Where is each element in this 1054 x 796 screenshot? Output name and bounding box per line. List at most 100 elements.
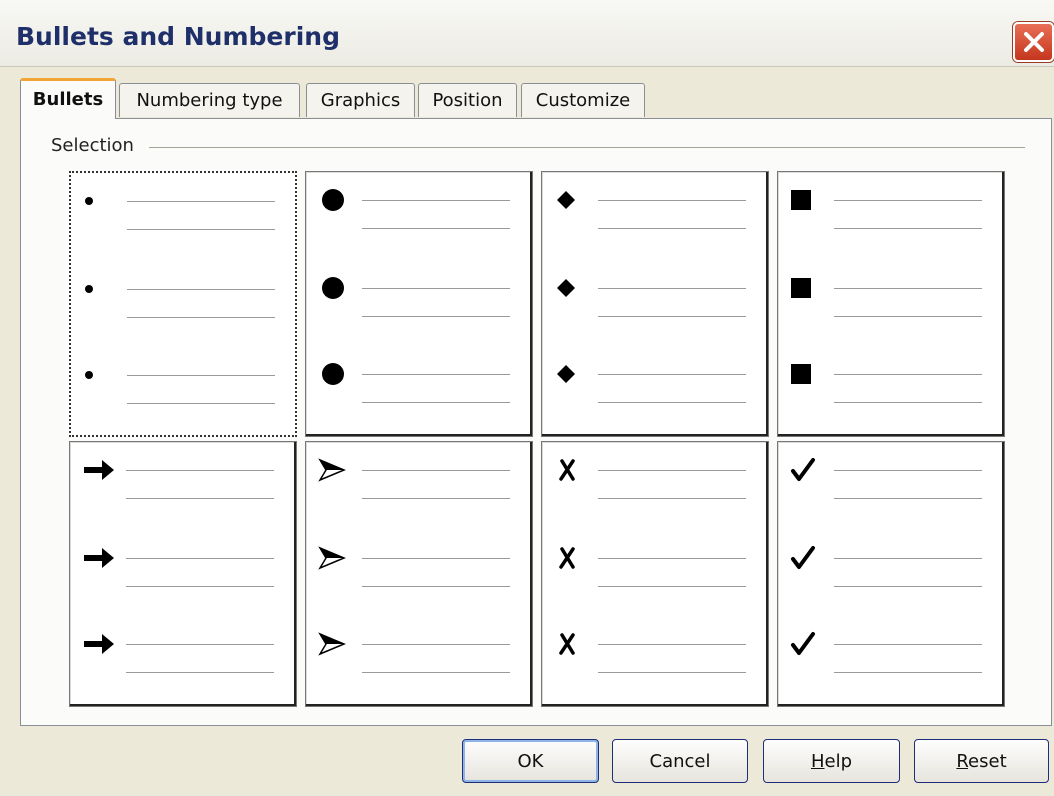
preview-line — [598, 288, 746, 289]
preview-line — [598, 402, 746, 403]
cancel-button[interactable]: Cancel — [612, 739, 748, 783]
bullet-style-diamond[interactable] — [541, 171, 769, 437]
close-x-icon — [1023, 32, 1044, 52]
reset-label: Reset — [956, 751, 1006, 772]
help-label-rest: elp — [824, 750, 853, 772]
preview-line — [598, 644, 746, 645]
dialog-title: Bullets and Numbering — [16, 22, 340, 51]
preview-line — [598, 200, 746, 201]
tab-numbering-type[interactable]: Numbering type — [119, 83, 300, 117]
preview-line — [598, 316, 746, 317]
preview-line — [834, 228, 982, 229]
preview-line — [362, 316, 510, 317]
preview-line — [834, 288, 982, 289]
preview-line — [362, 470, 510, 471]
small-dot-bullet-icon — [83, 361, 95, 389]
ok-label: OK — [517, 750, 544, 772]
cross-mark-bullet-icon — [556, 630, 578, 658]
bullet-style-small-dot[interactable] — [69, 171, 297, 437]
diamond-bullet-icon — [556, 274, 576, 302]
large-dot-bullet-icon — [320, 360, 346, 388]
preview-line — [362, 672, 510, 673]
tab-graphics[interactable]: Graphics — [306, 83, 415, 117]
preview-line — [598, 374, 746, 375]
arrowhead-bullet-icon — [318, 456, 346, 484]
preview-line — [598, 672, 746, 673]
preview-line — [834, 316, 982, 317]
bullet-style-arrow[interactable] — [69, 441, 297, 707]
diamond-bullet-icon — [556, 360, 576, 388]
preview-line — [834, 402, 982, 403]
preview-line — [362, 402, 510, 403]
small-dot-bullet-icon — [83, 187, 95, 215]
cross-mark-bullet-icon — [556, 544, 578, 572]
preview-line — [834, 374, 982, 375]
preview-line — [834, 586, 982, 587]
arrow-bullet-icon — [82, 544, 116, 572]
preview-line — [126, 644, 274, 645]
preview-line — [362, 498, 510, 499]
preview-line — [127, 201, 275, 202]
close-button[interactable] — [1013, 22, 1054, 62]
square-bullet-icon — [790, 274, 812, 302]
reset-mnemonic: R — [956, 750, 969, 772]
selection-separator — [149, 147, 1025, 148]
bullet-style-check[interactable] — [777, 441, 1005, 707]
check-mark-bullet-icon — [790, 456, 816, 484]
preview-line — [598, 586, 746, 587]
preview-line — [127, 317, 275, 318]
preview-line — [834, 672, 982, 673]
cross-mark-bullet-icon — [556, 456, 578, 484]
preview-line — [362, 558, 510, 559]
preview-line — [362, 374, 510, 375]
preview-line — [362, 586, 510, 587]
check-mark-bullet-icon — [790, 544, 816, 572]
large-dot-bullet-icon — [320, 186, 346, 214]
square-bullet-icon — [790, 360, 812, 388]
check-mark-bullet-icon — [790, 630, 816, 658]
preview-line — [598, 228, 746, 229]
preview-line — [362, 288, 510, 289]
preview-line — [834, 470, 982, 471]
preview-line — [598, 498, 746, 499]
small-dot-bullet-icon — [83, 275, 95, 303]
bullet-style-square[interactable] — [777, 171, 1005, 437]
help-mnemonic: H — [810, 750, 825, 772]
preview-line — [834, 558, 982, 559]
preview-line — [127, 289, 275, 290]
diamond-bullet-icon — [556, 186, 576, 214]
arrow-bullet-icon — [82, 630, 116, 658]
selection-label: Selection — [51, 135, 142, 156]
square-bullet-icon — [790, 186, 812, 214]
preview-line — [834, 644, 982, 645]
reset-button[interactable]: Reset — [914, 739, 1049, 783]
preview-line — [126, 558, 274, 559]
preview-line — [127, 403, 275, 404]
arrowhead-bullet-icon — [318, 544, 346, 572]
large-dot-bullet-icon — [320, 274, 346, 302]
preview-line — [362, 228, 510, 229]
bullet-style-large-dot[interactable] — [305, 171, 533, 437]
preview-line — [362, 200, 510, 201]
bullets-panel: Selection — [20, 118, 1052, 726]
tab-position[interactable]: Position — [418, 83, 517, 117]
arrowhead-bullet-icon — [318, 630, 346, 658]
preview-line — [598, 558, 746, 559]
bullet-style-arrowhead[interactable] — [305, 441, 533, 707]
reset-label-rest: eset — [968, 750, 1007, 772]
preview-line — [127, 229, 275, 230]
tab-customize[interactable]: Customize — [521, 83, 645, 117]
tab-bullets[interactable]: Bullets — [20, 78, 116, 119]
title-bar: Bullets and Numbering — [0, 0, 1054, 67]
preview-line — [834, 200, 982, 201]
preview-line — [598, 470, 746, 471]
arrow-bullet-icon — [82, 456, 116, 484]
preview-line — [127, 375, 275, 376]
preview-line — [126, 586, 274, 587]
help-button[interactable]: Help — [763, 739, 900, 783]
preview-line — [126, 672, 274, 673]
ok-button[interactable]: OK — [462, 739, 599, 783]
cancel-label: Cancel — [649, 750, 711, 772]
bullet-style-cross[interactable] — [541, 441, 769, 707]
preview-line — [362, 644, 510, 645]
